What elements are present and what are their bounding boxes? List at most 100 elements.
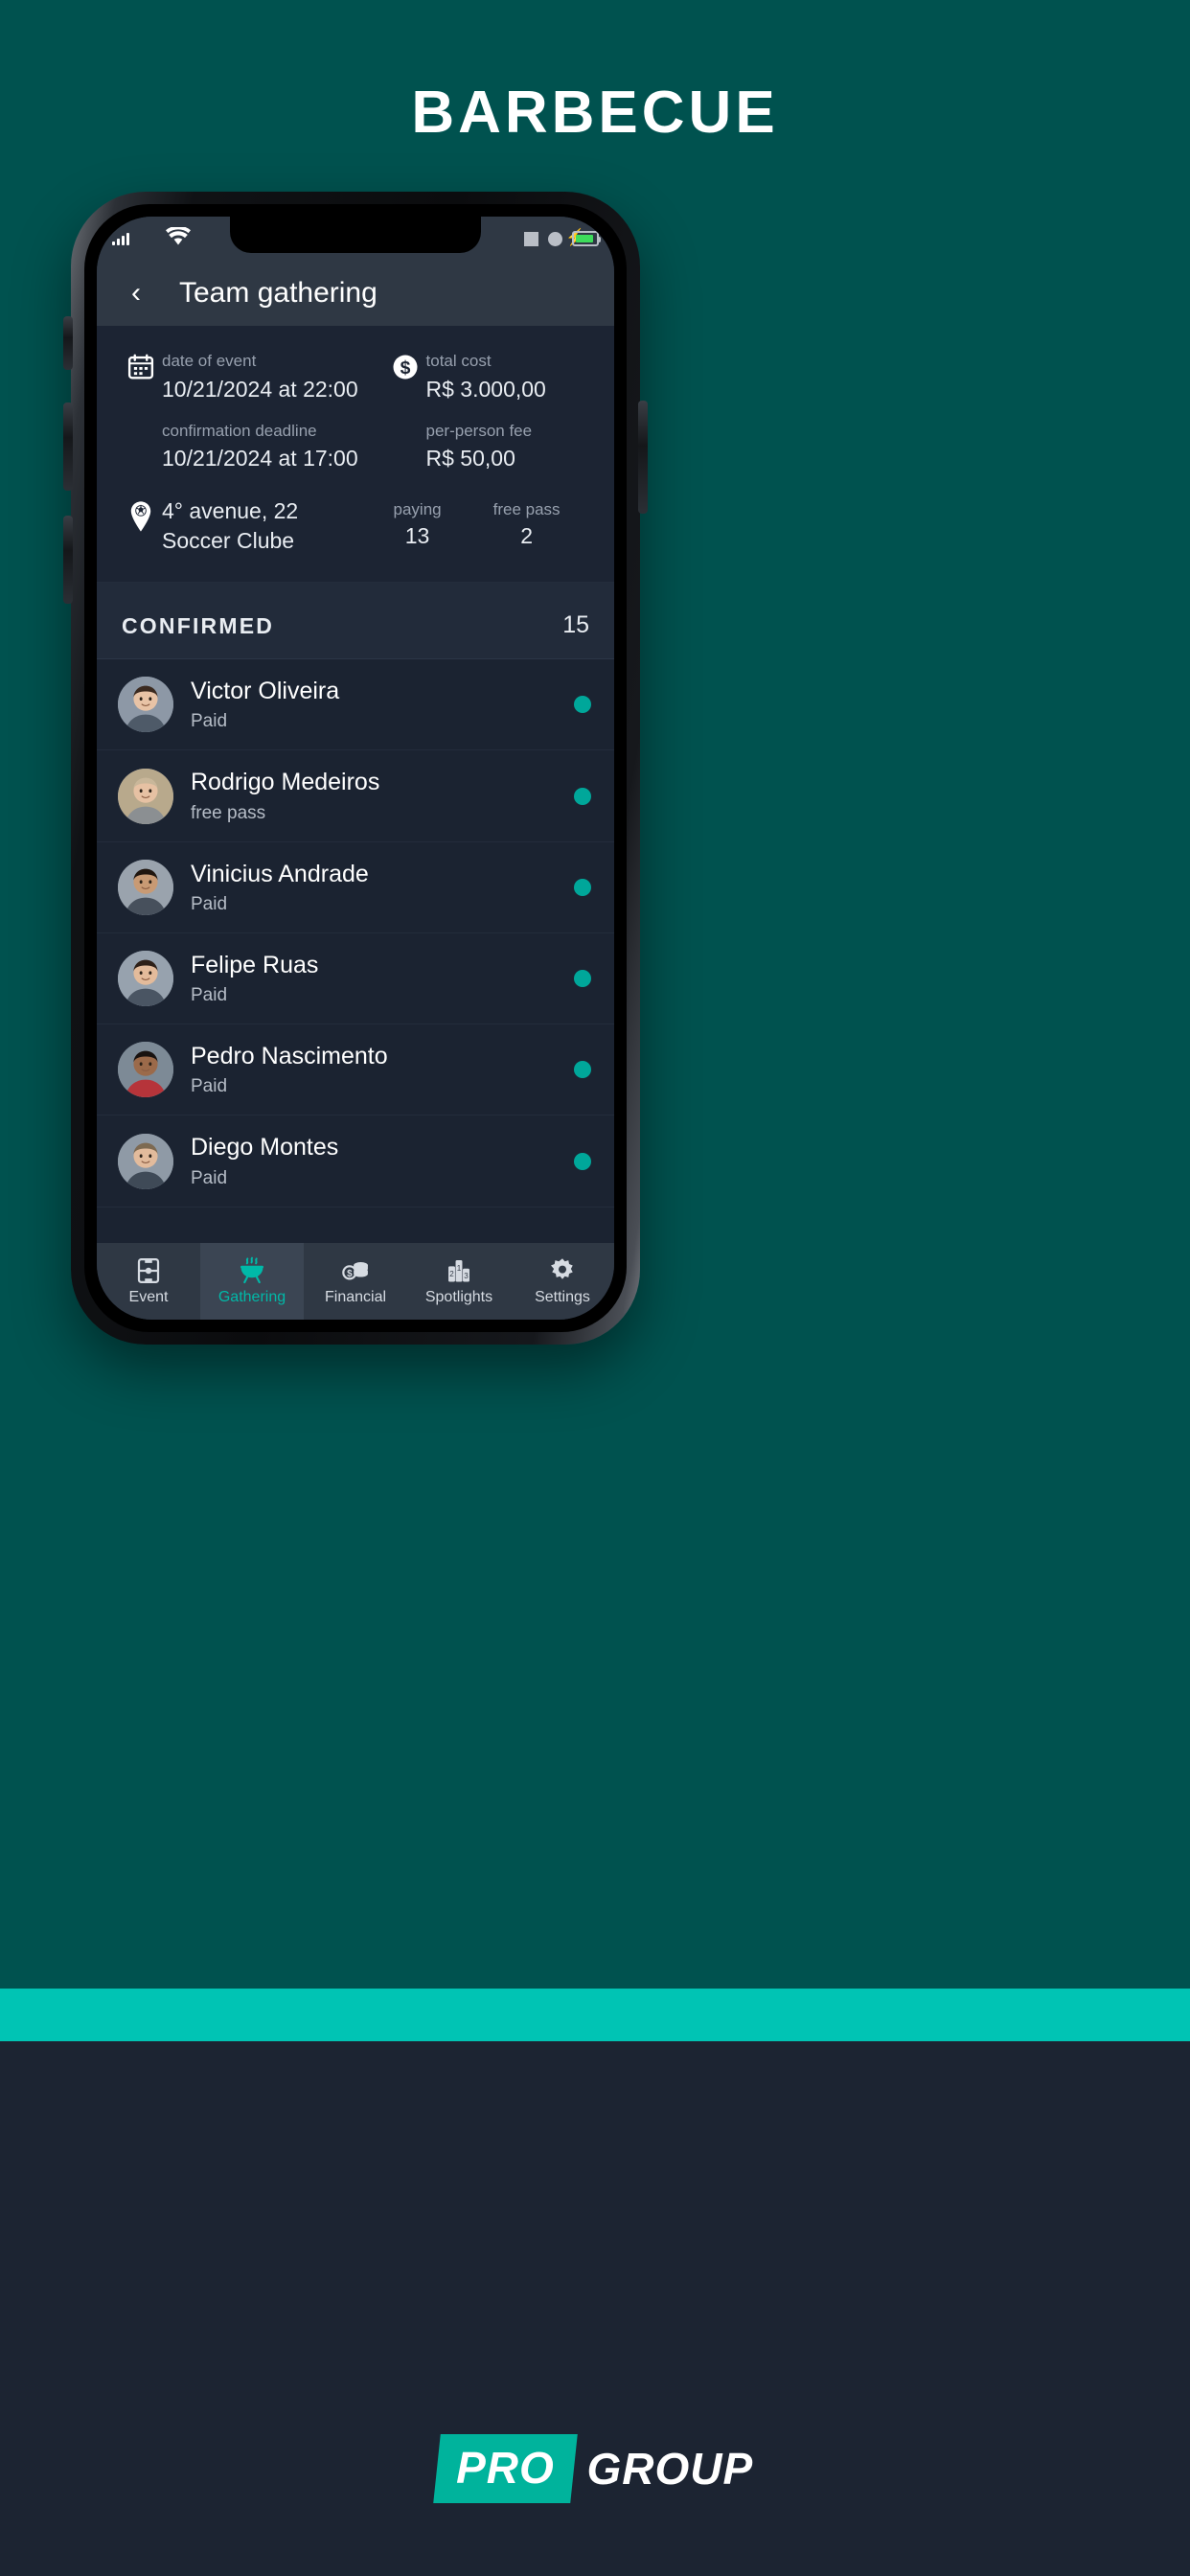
attendee-name: Pedro Nascimento	[191, 1043, 388, 1070]
avatar-felipe	[118, 951, 173, 1007]
list-item[interactable]: Diego Montes Paid	[97, 1116, 614, 1208]
wifi-icon	[166, 225, 191, 250]
list-item[interactable]: Vinicius Andrade Paid	[97, 842, 614, 933]
chevron-left-icon[interactable]: ‹	[118, 275, 154, 311]
paying-label: paying	[393, 499, 442, 518]
per-person-label: per-person fee	[425, 421, 533, 440]
phone-screen: ⚡ ‹ Team gathering	[97, 217, 614, 1320]
phone-volume-up-button[interactable]	[63, 402, 73, 491]
free-pass-value: 2	[520, 522, 533, 548]
attendee-info: Vinicius Andrade Paid	[191, 860, 564, 915]
free-pass-counter: free pass 2	[493, 500, 561, 549]
confirmed-section-header: CONFIRMED 15	[97, 583, 614, 660]
attendee-info: Diego Montes Paid	[191, 1133, 564, 1188]
attendee-list[interactable]: Victor Oliveira Paid Rodrigo Medeiros fr…	[97, 659, 614, 1243]
list-item[interactable]: Felipe Ruas Paid	[97, 933, 614, 1025]
attendee-name: Felipe Ruas	[191, 951, 319, 978]
nav-label: Financial	[324, 1289, 387, 1305]
gear-icon	[548, 1256, 577, 1285]
nav-label: Event	[128, 1289, 169, 1305]
deadline-label: confirmation deadline	[162, 421, 317, 440]
svg-text:$: $	[400, 357, 410, 379]
address-line-2: Soccer Clube	[162, 528, 295, 554]
barbecue-grill-icon	[237, 1256, 267, 1285]
phone-notch	[230, 217, 481, 253]
nav-item-gathering[interactable]: Gathering	[200, 1243, 304, 1320]
app-bar: ‹ Team gathering	[97, 261, 614, 326]
attendee-info: Rodrigo Medeiros free pass	[191, 768, 564, 823]
attendee-status: Paid	[191, 893, 228, 914]
promo-accent-band	[0, 1989, 1190, 2041]
logo-badge: PRO	[433, 2434, 578, 2503]
per-person-value: R$ 50,00	[425, 446, 515, 472]
status-bar: ⚡	[97, 217, 614, 261]
list-item[interactable]: Victor Oliveira Paid	[97, 659, 614, 751]
podium-icon: 2 1 3	[446, 1256, 472, 1285]
attendee-info: Felipe Ruas Paid	[191, 951, 564, 1006]
nav-label: Gathering	[217, 1289, 286, 1305]
nav-label: Spotlights	[424, 1289, 493, 1305]
avatar-vinicius	[118, 859, 173, 915]
map-pin-soccer-icon	[120, 496, 162, 533]
attendee-status: Paid	[191, 1076, 228, 1097]
status-badge[interactable]	[574, 696, 591, 714]
nav-item-spotlights[interactable]: 2 1 3 Spotlights	[407, 1243, 511, 1320]
attendee-name: Vinicius Andrade	[191, 860, 369, 887]
page-title: BARBECUE	[411, 80, 779, 146]
attendee-name: Rodrigo Medeiros	[191, 769, 380, 796]
section-title: CONFIRMED	[122, 613, 275, 639]
nav-label: Settings	[535, 1289, 590, 1305]
total-cost-value: R$ 3.000,00	[425, 376, 546, 402]
nav-item-event[interactable]: Event	[97, 1243, 200, 1320]
paying-value: 13	[404, 522, 430, 548]
section-count: 15	[562, 611, 589, 639]
attendee-status: Paid	[191, 711, 228, 732]
svg-text:$: $	[347, 1269, 353, 1279]
logo-badge-text: PRO	[455, 2443, 555, 2493]
status-badge[interactable]	[574, 787, 591, 805]
screen-title: Team gathering	[179, 277, 378, 309]
event-info-card: date of event 10/21/2024 at 22:00 confir…	[97, 326, 614, 584]
circle-indicator-icon	[548, 231, 562, 246]
status-badge[interactable]	[574, 878, 591, 896]
square-indicator-icon	[524, 231, 538, 246]
avatar-pedro	[118, 1042, 173, 1098]
list-item[interactable]: Rodrigo Medeiros free pass	[97, 750, 614, 842]
attendee-status: Paid	[191, 1167, 228, 1188]
paying-counter: paying 13	[394, 500, 442, 549]
status-badge[interactable]	[574, 1061, 591, 1079]
list-item[interactable]: Pedro Nascimento Paid	[97, 1024, 614, 1116]
avatar-diego	[118, 1133, 173, 1189]
phone-power-button[interactable]	[638, 401, 648, 514]
svg-text:3: 3	[464, 1272, 469, 1280]
attendee-name: Victor Oliveira	[191, 678, 340, 705]
soccer-field-icon	[134, 1256, 163, 1285]
attendee-name: Diego Montes	[191, 1134, 339, 1162]
battery-charging-icon: ⚡	[565, 229, 601, 247]
calendar-icon	[120, 349, 162, 381]
attendee-status: Paid	[191, 985, 228, 1006]
brand-logo: PRO GROUP	[0, 2434, 1190, 2503]
attendee-status: free pass	[191, 802, 266, 823]
total-cost-label: total cost	[425, 352, 492, 370]
status-badge[interactable]	[574, 970, 591, 988]
dollar-circle-icon: $	[384, 349, 426, 381]
phone-volume-down-button[interactable]	[63, 516, 73, 604]
svg-text:1: 1	[457, 1264, 462, 1273]
status-badge[interactable]	[574, 1152, 591, 1170]
phone-mute-button[interactable]	[63, 316, 73, 370]
nav-item-settings[interactable]: Settings	[511, 1243, 614, 1320]
svg-text:2: 2	[449, 1270, 454, 1278]
attendee-info: Pedro Nascimento Paid	[191, 1042, 564, 1097]
attendee-info: Victor Oliveira Paid	[191, 677, 564, 732]
address-line-1: 4° avenue, 22	[162, 497, 299, 523]
avatar-victor	[118, 677, 173, 733]
nav-item-financial[interactable]: $ Financial	[304, 1243, 407, 1320]
signal-bars-icon	[112, 232, 129, 245]
bottom-navigation[interactable]: Event Gathering $ Financial 2 1 3 Spotli…	[97, 1243, 614, 1320]
free-pass-label: free pass	[492, 499, 561, 518]
avatar-rodrigo	[118, 768, 173, 824]
date-label: date of event	[162, 352, 257, 370]
logo-word: GROUP	[586, 2444, 754, 2494]
date-value: 10/21/2024 at 22:00	[162, 376, 358, 402]
